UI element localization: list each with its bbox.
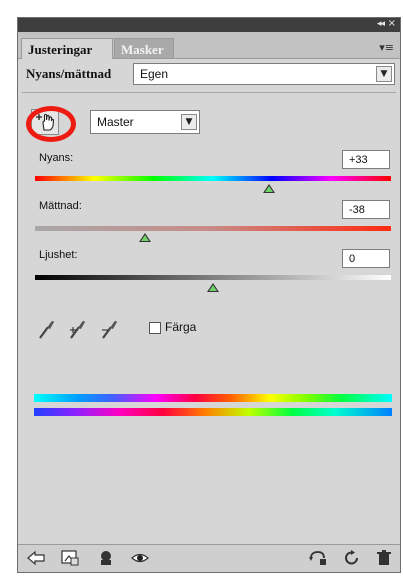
hue-label: Nyans: — [39, 152, 74, 164]
lightness-label: Ljushet: — [39, 249, 78, 261]
channel-select[interactable]: Master ▼ — [90, 110, 200, 134]
lightness-slider-track[interactable] — [35, 275, 391, 280]
tab-masker[interactable]: Masker — [114, 38, 174, 58]
chevron-down-icon: ▼ — [376, 66, 392, 82]
reset-icon[interactable] — [342, 549, 362, 567]
collapse-panel-icon[interactable]: ◂◂ — [377, 19, 385, 29]
clip-layer-icon[interactable] — [60, 549, 80, 567]
tab-justeringar[interactable]: Justeringar — [21, 38, 113, 59]
adjustment-type-label: Nyans/mättnad — [26, 66, 112, 81]
output-color-bar — [34, 408, 392, 416]
previous-state-icon[interactable] — [308, 549, 328, 567]
saturation-label: Mättnad: — [39, 200, 82, 212]
channel-select-value: Master — [97, 115, 134, 129]
preset-select-value: Egen — [140, 67, 169, 81]
trash-icon[interactable] — [374, 549, 394, 567]
lightness-value-field[interactable]: 0 — [342, 249, 390, 268]
preset-select[interactable]: Egen ▼ — [133, 63, 395, 85]
eyedropper-icon[interactable] — [37, 318, 55, 340]
targeted-adjustment-icon — [36, 113, 55, 131]
divider — [22, 92, 396, 93]
saturation-value-field[interactable]: -38 — [342, 200, 390, 219]
hue-slider-track[interactable] — [35, 176, 391, 181]
close-panel-icon[interactable]: × — [388, 18, 396, 29]
saturation-slider-track[interactable] — [35, 226, 391, 231]
panel-bottom-toolbar — [18, 544, 400, 572]
panel-titlebar: ◂◂ × — [18, 18, 400, 32]
panel-menu-icon[interactable]: ▾≡ — [379, 41, 394, 54]
eyedropper-minus-icon[interactable] — [100, 318, 118, 340]
hue-value-field[interactable]: +33 — [342, 150, 390, 169]
colorize-label: Färga — [165, 320, 197, 334]
input-color-bar — [34, 394, 392, 402]
targeted-adjustment-button[interactable] — [26, 106, 76, 142]
adjustments-panel: ◂◂ × Justeringar Masker ▾≡ Nyans/mättnad… — [17, 17, 401, 573]
colorize-checkbox[interactable] — [149, 322, 161, 334]
back-arrow-icon[interactable] — [26, 549, 46, 567]
eye-icon[interactable] — [130, 549, 150, 567]
panel-tabbar: Justeringar Masker ▾≡ — [18, 32, 400, 59]
chevron-down-icon: ▼ — [181, 114, 197, 130]
eyedropper-plus-icon[interactable] — [68, 318, 86, 340]
visibility-icon[interactable] — [96, 549, 116, 567]
